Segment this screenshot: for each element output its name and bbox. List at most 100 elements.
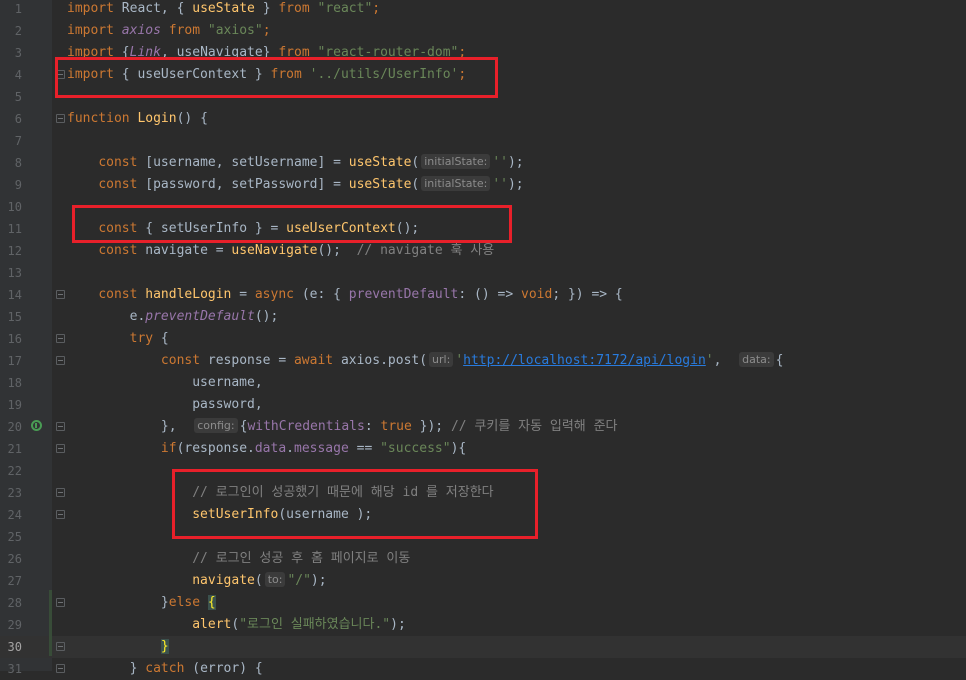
code-text: const navigate = useNavigate(); // navig…: [67, 240, 494, 262]
code-line[interactable]: 20 }, config: {withCredentials: true }); …: [0, 416, 966, 438]
code-token: Login: [137, 111, 177, 126]
code-token: true: [380, 419, 412, 434]
code-token: void: [521, 287, 553, 302]
line-number: 7: [14, 134, 22, 148]
line-number: 22: [7, 464, 22, 478]
code-token: },: [67, 419, 193, 434]
parameter-hint: config:: [194, 418, 238, 433]
code-line[interactable]: 27 navigate(to: "/");: [0, 570, 966, 592]
code-editor[interactable]: 1 import React, { useState } from "react"…: [0, 0, 966, 676]
code-token: useState: [348, 177, 412, 192]
code-text: import React, { useState } from "react";: [67, 0, 380, 20]
code-line[interactable]: 15 e.preventDefault();: [0, 306, 966, 328]
line-number: 27: [7, 574, 22, 588]
code-token: }: [67, 595, 169, 610]
fold-toggle-icon[interactable]: [56, 422, 65, 431]
fold-toggle-icon[interactable]: [56, 664, 65, 673]
run-gutter-icon[interactable]: [31, 420, 42, 431]
fold-toggle-icon[interactable]: [56, 334, 65, 343]
code-text: const handleLogin = async (e: { preventD…: [67, 284, 623, 306]
code-token: // 로그인 성공 후 홈 페이지로 이동: [192, 551, 411, 566]
code-text: e.preventDefault();: [67, 306, 279, 328]
code-line[interactable]: 9 const [password, setPassword] = useSta…: [0, 174, 966, 196]
code-line[interactable]: 12 const navigate = useNavigate(); // na…: [0, 240, 966, 262]
line-number: 1: [14, 2, 22, 16]
code-line[interactable]: 28 }else {: [0, 592, 966, 614]
code-token: preventDefault: [145, 309, 255, 324]
fold-toggle-icon[interactable]: [56, 114, 65, 123]
code-line[interactable]: 6 function Login() {: [0, 108, 966, 130]
code-token: (: [411, 177, 420, 192]
code-line[interactable]: 19 password,: [0, 394, 966, 416]
code-token: (error) {: [184, 661, 263, 676]
code-line[interactable]: 2 import axios from "axios";: [0, 20, 966, 42]
line-number: 23: [7, 486, 22, 500]
line-number: 13: [7, 266, 22, 280]
code-token: handleLogin: [145, 287, 232, 302]
code-token: navigate =: [137, 243, 232, 258]
code-line[interactable]: 31 } catch (error) {: [0, 658, 966, 680]
code-token: }: [160, 639, 169, 654]
code-line[interactable]: 30 }: [0, 636, 966, 658]
code-token: "/": [287, 573, 311, 588]
code-token: );: [507, 155, 524, 170]
line-number: 20: [7, 420, 22, 434]
code-token: username,: [67, 375, 263, 390]
code-line[interactable]: 18 username,: [0, 372, 966, 394]
fold-toggle-icon[interactable]: [56, 488, 65, 497]
code-token: }: [67, 661, 146, 676]
line-number: 28: [7, 596, 22, 610]
code-line[interactable]: 8 const [username, setUsername] = useSta…: [0, 152, 966, 174]
fold-toggle-icon[interactable]: [56, 510, 65, 519]
code-line[interactable]: 7: [0, 130, 966, 152]
code-line[interactable]: 14 const handleLogin = async (e: { preve…: [0, 284, 966, 306]
code-line[interactable]: 1 import React, { useState } from "react"…: [0, 0, 966, 20]
fold-toggle-icon[interactable]: [56, 356, 65, 365]
code-token: catch: [145, 661, 185, 676]
code-token: from: [278, 1, 310, 16]
line-number: 12: [7, 244, 22, 258]
code-line[interactable]: 29 alert("로그인 실패하였습니다.");: [0, 614, 966, 636]
fold-toggle-icon[interactable]: [56, 598, 65, 607]
code-token: try: [129, 331, 154, 346]
line-number: 25: [7, 530, 22, 544]
code-token: import: [67, 1, 114, 16]
code-token: ; }) => {: [552, 287, 623, 302]
fold-toggle-icon[interactable]: [56, 642, 65, 651]
code-token: const: [98, 155, 138, 170]
code-line[interactable]: 21 if(response.data.message == "success"…: [0, 438, 966, 460]
code-text: }else {: [67, 592, 216, 614]
code-token: '': [492, 177, 508, 192]
code-token: }: [254, 1, 279, 16]
code-token: ==: [348, 441, 381, 456]
code-token: const: [98, 243, 138, 258]
code-line[interactable]: 26 // 로그인 성공 후 홈 페이지로 이동: [0, 548, 966, 570]
code-token: function: [67, 111, 130, 126]
code-line[interactable]: 16 try {: [0, 328, 966, 350]
code-token: );: [507, 177, 524, 192]
code-token: data: [254, 441, 287, 456]
code-text: } catch (error) {: [67, 658, 263, 680]
code-line[interactable]: 17 const response = await axios.post(url…: [0, 350, 966, 372]
fold-toggle-icon[interactable]: [56, 290, 65, 299]
code-token: "로그인 실패하였습니다.": [239, 617, 391, 632]
parameter-hint: initialState:: [421, 154, 491, 169]
code-text: const [password, setPassword] = useState…: [67, 174, 524, 196]
code-token: import: [67, 23, 114, 38]
code-token: navigate: [192, 573, 255, 588]
fold-toggle-icon[interactable]: [56, 444, 65, 453]
line-number: 8: [14, 156, 22, 170]
vcs-change-marker[interactable]: [49, 590, 52, 656]
line-number: 4: [14, 68, 22, 82]
code-token: {: [153, 331, 169, 346]
code-line[interactable]: 13: [0, 262, 966, 284]
code-token: ();: [254, 309, 279, 324]
code-token: () {: [176, 111, 208, 126]
line-number: 15: [7, 310, 22, 324]
